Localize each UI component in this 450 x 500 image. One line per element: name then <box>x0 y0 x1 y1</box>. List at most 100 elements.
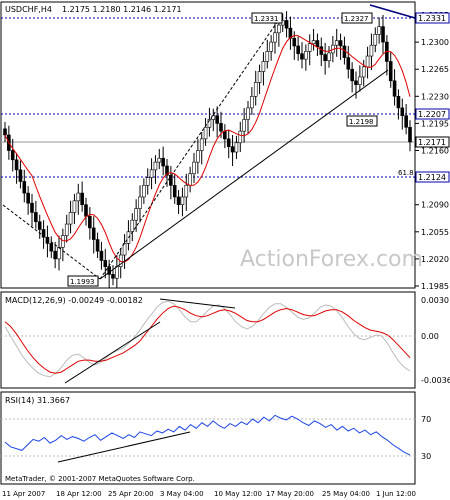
candle-body <box>323 54 327 61</box>
candle-body <box>358 76 362 85</box>
candle-body <box>388 61 393 82</box>
candle-body <box>111 274 115 279</box>
candle-body <box>319 46 324 55</box>
candle-body <box>234 142 239 153</box>
price-tick-label: 1.2195 <box>421 119 449 128</box>
candle-body <box>84 204 88 217</box>
candle-body <box>396 96 401 109</box>
x-tick-label: 10 May 12:00 <box>214 490 262 498</box>
price-tick-label: 1.2230 <box>421 92 449 101</box>
candle-body <box>400 107 405 116</box>
candle-body <box>203 126 208 140</box>
candle-body <box>130 219 135 233</box>
price-tick-label: 1.1985 <box>421 282 449 291</box>
candle-body <box>307 43 312 52</box>
x-tick-label: 11 Apr 2007 <box>2 490 45 498</box>
candle-body <box>10 150 15 161</box>
macd-panel-frame <box>0 291 416 389</box>
x-axis: 11 Apr 2007 18 Apr 12:00 25 Apr 20:00 3 May… <box>2 490 416 498</box>
macd-trendline <box>64 321 161 384</box>
candle-body <box>373 34 378 46</box>
candle-body <box>37 221 42 230</box>
rsi-line <box>4 414 411 456</box>
candle-body <box>199 138 204 151</box>
price-tick-label: 1.2055 <box>421 228 449 237</box>
candle-body <box>365 55 370 68</box>
level-label-1-2124: 1.2124 <box>418 173 446 182</box>
macd-y-axis: 0.00301 0.00 -0.00366 <box>421 296 450 385</box>
candle-body <box>226 138 231 147</box>
candle-body <box>196 150 200 163</box>
rsi-trendline <box>57 431 191 463</box>
candle-body <box>134 208 138 221</box>
annotation-bottom: 1.1993 <box>70 278 95 286</box>
candle-body <box>277 24 281 34</box>
candle-body <box>265 51 270 62</box>
candle-body <box>26 192 30 204</box>
price-tick-label: 1.2020 <box>421 255 449 264</box>
level-label-1-2331: 1.2331 <box>418 14 446 23</box>
candle-body <box>238 130 243 144</box>
candle-body <box>404 115 408 128</box>
candle-body <box>300 53 304 60</box>
price-tick-label: 1.2300 <box>421 38 449 47</box>
candle-body <box>14 159 19 171</box>
candle-body <box>99 250 104 261</box>
watermark: ActionForex.com <box>240 247 423 272</box>
candle-body <box>172 185 177 198</box>
annotation-low: 1.2198 <box>349 118 374 126</box>
x-tick-label: 18 Apr 12:00 <box>56 490 102 498</box>
candle-body <box>269 41 273 52</box>
candle-body <box>192 161 196 175</box>
candle-body <box>138 196 142 209</box>
rsi-tick-label: 30 <box>421 452 431 461</box>
macd-tick-label: 0.00301 <box>421 296 450 305</box>
annotation-high-1: 1.2331 <box>254 15 279 23</box>
macd-main-line <box>4 300 411 378</box>
trendline-top <box>369 4 416 19</box>
candle-body <box>327 52 331 61</box>
candle-body <box>253 82 258 97</box>
macd-tick-label: 0.00 <box>421 332 439 341</box>
candle-body <box>261 61 266 72</box>
candle-body <box>334 40 339 46</box>
x-tick-label: 25 May 04:00 <box>322 490 370 498</box>
candle-body <box>223 130 227 140</box>
candle-body <box>284 20 289 29</box>
candle-body <box>34 212 38 223</box>
candle-body <box>64 223 69 236</box>
candle-body <box>115 266 119 279</box>
rsi-tick-label: 70 <box>421 415 431 424</box>
candle-body <box>311 40 316 44</box>
candle-body <box>72 200 77 213</box>
rsi-panel-frame <box>0 391 416 485</box>
candle-body <box>257 71 262 83</box>
annotation-high-2: 1.2327 <box>344 15 369 23</box>
price-tick-label: 1.2160 <box>421 147 449 156</box>
candle-body <box>361 66 366 78</box>
candle-body <box>296 45 300 55</box>
candle-body <box>95 239 100 252</box>
rsi-y-axis: 70 30 <box>421 415 431 461</box>
candle-body <box>250 96 254 109</box>
candle-body <box>68 212 73 225</box>
candle-body <box>188 173 192 186</box>
candle-body <box>153 161 158 171</box>
candle-body <box>18 169 23 182</box>
candle-body <box>103 260 108 267</box>
candle-body <box>91 227 96 240</box>
candle-body <box>408 126 412 143</box>
candle-body <box>242 119 246 132</box>
candle-body <box>369 44 374 57</box>
trendline-fib-right <box>99 17 281 280</box>
candle-body <box>180 196 185 205</box>
candle-body <box>246 107 250 120</box>
level-label-1-2207: 1.2207 <box>418 110 446 119</box>
macd-title: MACD(12,26,9) -0.00249 -0.00182 <box>5 296 143 305</box>
x-tick-label: 25 Apr 20:00 <box>108 490 154 498</box>
candle-body <box>392 80 397 97</box>
candle-body <box>184 185 189 198</box>
price-tick-label: 1.2090 <box>421 201 449 210</box>
candle-body <box>315 40 320 48</box>
candle-body <box>49 243 54 252</box>
